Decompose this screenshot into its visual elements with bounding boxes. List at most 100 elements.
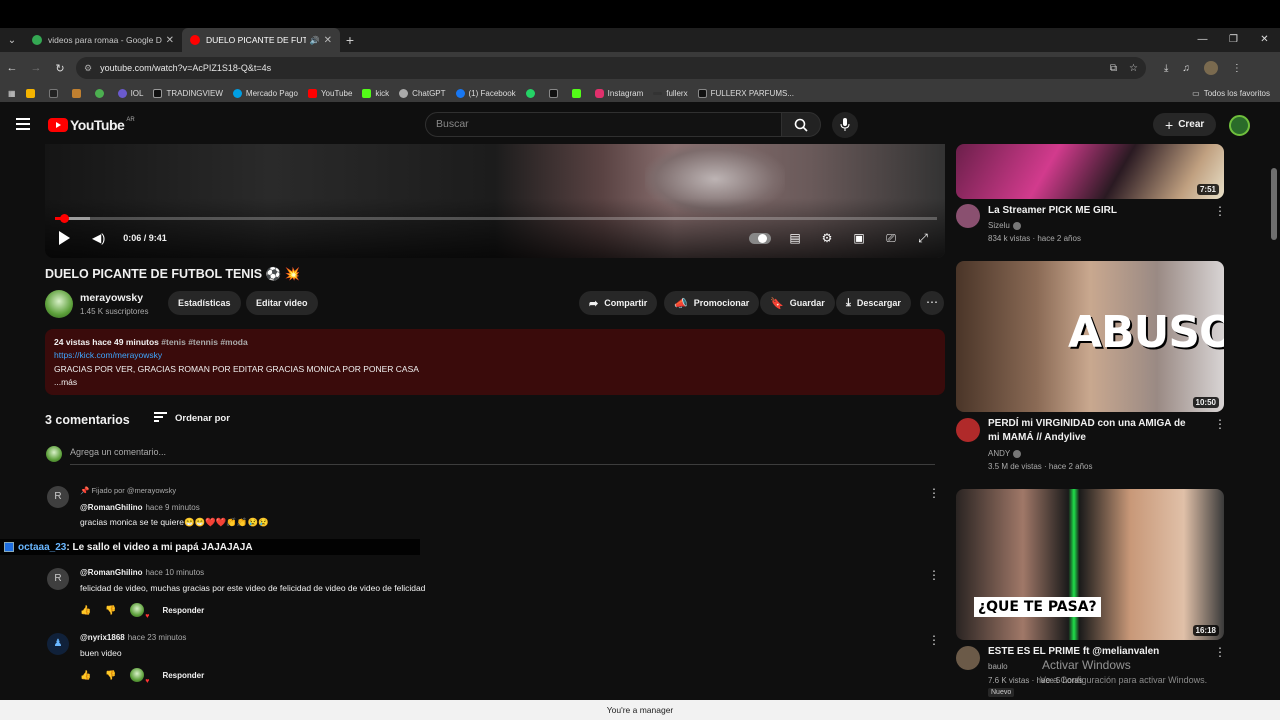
progress-bar[interactable] (55, 214, 937, 223)
bookmark-whatsapp[interactable] (525, 88, 539, 98)
like-icon[interactable]: 👍 (80, 605, 91, 616)
bookmark-star-icon[interactable]: ☆ (1129, 63, 1138, 74)
youtube-logo[interactable]: YouTube AR (48, 117, 135, 133)
bookmark-fullerx[interactable]: fullerx (653, 89, 688, 98)
bookmark-item[interactable] (48, 88, 62, 98)
related-channel-name[interactable]: baulo (988, 662, 1008, 671)
media-icon[interactable]: ♫ (1182, 63, 1190, 74)
bookmark-fullerx-parfums[interactable]: FULLERX PARFUMS... (697, 88, 794, 98)
account-avatar[interactable] (1229, 115, 1250, 136)
scrubber-handle[interactable] (60, 214, 70, 223)
speaker-icon[interactable]: 🔊 (310, 36, 320, 45)
sort-comments-button[interactable]: Ordenar por (154, 412, 230, 424)
video-menu-icon[interactable]: ⋮ (1214, 417, 1226, 431)
cast-icon[interactable]: ⎚ (883, 231, 899, 245)
profile-avatar[interactable] (1203, 61, 1218, 75)
comment-menu-icon[interactable]: ⋮ (928, 568, 940, 582)
hashtags[interactable]: #tenis #tennis #moda (161, 337, 247, 347)
bookmark-item[interactable] (94, 88, 108, 98)
related-channel-name[interactable]: Sizelu (988, 221, 1021, 230)
bookmark-item[interactable] (71, 88, 85, 98)
bookmark-facebook[interactable]: (1) Facebook (455, 88, 516, 98)
related-channel-name[interactable]: ANDY (988, 449, 1022, 458)
voice-search-button[interactable] (832, 112, 858, 138)
more-actions-icon[interactable]: ⋯ (920, 291, 944, 315)
bookmark-kick-2[interactable] (571, 88, 585, 98)
dislike-icon[interactable]: 👎 (105, 670, 116, 681)
comment-menu-icon[interactable]: ⋮ (928, 486, 940, 500)
video-menu-icon[interactable]: ⋮ (1214, 204, 1226, 218)
minimize-icon[interactable]: — (1187, 28, 1218, 52)
promote-button[interactable]: 📣 Promocionar (664, 291, 760, 315)
related-video-thumbnail[interactable]: ABUSO? 10:50 (956, 261, 1224, 412)
channel-avatar[interactable] (956, 646, 980, 670)
related-video-title[interactable]: ESTE ES EL PRIME ft @melianvalen (988, 645, 1198, 659)
install-icon[interactable]: ⧉ (1110, 63, 1117, 74)
show-more-link[interactable]: ...más (54, 376, 936, 389)
bookmark-item[interactable] (25, 88, 39, 98)
new-tab-button[interactable]: + (340, 32, 360, 48)
create-button[interactable]: + Crear (1153, 113, 1217, 136)
related-video-thumbnail[interactable]: ¿QUE TE PASA? 16:18 (956, 489, 1224, 640)
close-tab-icon[interactable]: ✕ (166, 35, 174, 46)
bookmark-tiktok[interactable] (548, 88, 562, 98)
like-icon[interactable]: 👍 (80, 670, 91, 681)
bookmark-tradingview[interactable]: TRADINGVIEW (153, 88, 223, 98)
reply-button[interactable]: Responder (162, 606, 204, 615)
bookmark-mercado-pago[interactable]: Mercado Pago (232, 88, 298, 98)
fullscreen-icon[interactable]: ⤢ (915, 231, 931, 245)
comment-author[interactable]: @RomanGhilino hace 9 minutos (80, 503, 200, 512)
close-tab-icon[interactable]: ✕ (324, 35, 332, 46)
scrollbar-thumb[interactable] (1271, 168, 1277, 240)
reload-icon[interactable]: ↻ (48, 62, 72, 75)
comment-author[interactable]: @nyrix1868 hace 23 minutos (80, 633, 186, 642)
stats-button[interactable]: Estadísticas (168, 291, 241, 315)
settings-gear-icon[interactable]: ⚙ (819, 231, 835, 245)
channel-name[interactable]: merayowsky (80, 292, 143, 304)
comment-menu-icon[interactable]: ⋮ (928, 633, 940, 647)
forward-icon[interactable]: → (24, 62, 48, 74)
save-button[interactable]: 🔖 Guardar (760, 291, 835, 315)
bookmark-instagram[interactable]: Instagram (594, 88, 643, 98)
tab-google-drive[interactable]: videos para romaa - Google Dr ✕ (24, 28, 182, 52)
back-icon[interactable]: ← (0, 62, 24, 74)
related-video-thumbnail[interactable]: 7:51 (956, 144, 1224, 199)
subtitles-icon[interactable]: ▤ (787, 231, 803, 245)
comment-author[interactable]: @RomanGhilino hace 10 minutos (80, 568, 204, 577)
tab-search-button[interactable]: ⌄ (0, 28, 24, 52)
related-video-title[interactable]: La Streamer PICK ME GIRL (988, 204, 1198, 218)
channel-avatar[interactable] (956, 204, 980, 228)
download-icon[interactable]: ⤓ (1164, 63, 1168, 74)
edit-video-button[interactable]: Editar video (246, 291, 318, 315)
all-bookmarks[interactable]: ▭ Todos los favoritos (1192, 84, 1270, 102)
commenter-avatar[interactable]: R (47, 568, 69, 590)
related-video-title[interactable]: PERDÍ mi VIRGINIDAD con una AMIGA de mi … (988, 417, 1198, 445)
search-input[interactable]: Buscar (425, 112, 782, 137)
description-box[interactable]: 24 vistas hace 49 minutos #tenis #tennis… (45, 329, 945, 395)
bookmark-chatgpt[interactable]: ChatGPT (399, 88, 446, 98)
video-menu-icon[interactable]: ⋮ (1214, 645, 1226, 659)
menu-icon[interactable]: ⋮ (1232, 63, 1242, 74)
volume-icon[interactable]: ◀) (92, 231, 105, 245)
add-comment-input[interactable]: Agrega un comentario... (70, 447, 935, 465)
page-scrollbar[interactable] (1268, 144, 1280, 700)
dislike-icon[interactable]: 👎 (105, 605, 116, 616)
apps-icon[interactable]: ▦ (8, 89, 16, 98)
url-field[interactable]: ⚙ youtube.com/watch?v=AcPIZ1S18-Q&t=4s ⧉… (76, 57, 1146, 79)
kick-link[interactable]: https://kick.com/merayowsky (54, 349, 936, 362)
bookmark-kick[interactable]: kick (362, 88, 389, 98)
tab-youtube-video[interactable]: DUELO PICANTE DE FUTBOL 🔊 ✕ (182, 28, 340, 52)
miniplayer-icon[interactable]: ▣ (851, 231, 867, 245)
download-button[interactable]: ⤓ Descargar (836, 291, 911, 315)
autoplay-toggle[interactable] (749, 232, 771, 244)
bookmark-youtube[interactable]: YouTube (307, 88, 352, 98)
restore-icon[interactable]: ❐ (1218, 28, 1249, 52)
search-button[interactable] (781, 112, 821, 137)
commenter-avatar[interactable]: R (47, 486, 69, 508)
site-info-icon[interactable]: ⚙ (84, 63, 92, 74)
channel-avatar[interactable] (956, 418, 980, 442)
commenter-avatar[interactable]: ♟ (47, 633, 69, 655)
video-player[interactable]: ◀) 0:06 / 9:41 ▤ ⚙ ▣ ⎚ ⤢ (45, 144, 945, 258)
bookmark-iol[interactable]: IOL (117, 88, 143, 98)
close-window-icon[interactable]: ✕ (1249, 28, 1280, 52)
